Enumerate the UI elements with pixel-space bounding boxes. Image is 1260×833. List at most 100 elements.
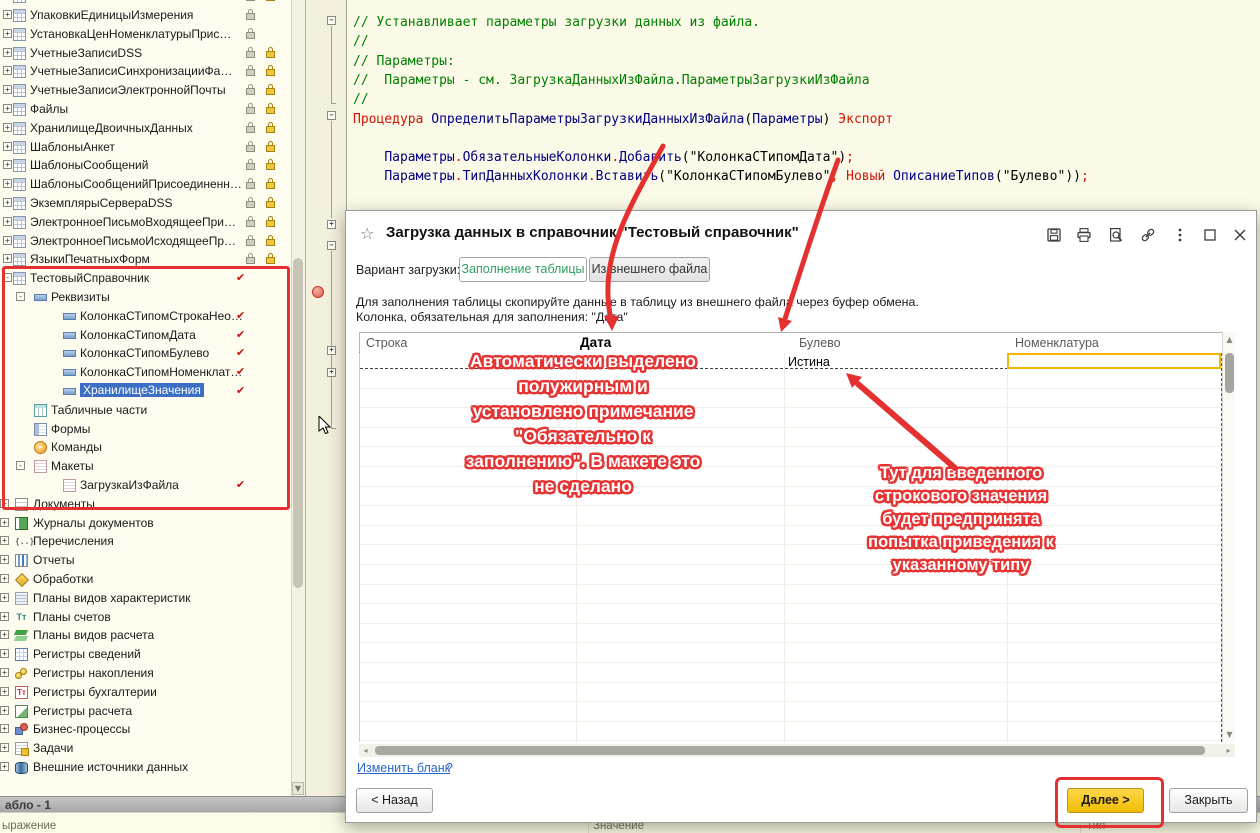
tree-scrollbar-thumb[interactable] <box>293 258 303 588</box>
tree-item-ШаблоныАнкет[interactable]: +ШаблоныАнкет <box>0 138 291 157</box>
expand-icon[interactable]: + <box>0 593 9 602</box>
expand-icon[interactable]: + <box>3 123 12 132</box>
maximize-icon[interactable] <box>1202 227 1218 243</box>
more-menu-icon[interactable] <box>1172 227 1188 243</box>
tree-item-КолонкаСТипомСтрокаНео…[interactable]: КолонкаСТипомСтрокаНео…✔ <box>0 307 291 326</box>
expand-icon[interactable]: + <box>3 29 12 38</box>
tree-item-ШаблоныСообщенийПрисоединенн…[interactable]: +ШаблоныСообщенийПрисоединенн… <box>0 175 291 194</box>
tree-item-УчетныеЗаписиDSS[interactable]: +УчетныеЗаписиDSS <box>0 44 291 63</box>
fold-collapse-icon[interactable]: − <box>327 241 336 250</box>
table-hscrollbar[interactable]: ◂ ▸ <box>359 744 1235 757</box>
tree-item-ТестовыйСправочник[interactable]: -ТестовыйСправочник✔ <box>0 269 291 288</box>
tree-item-Табличные части[interactable]: Табличные части <box>0 401 291 420</box>
expand-icon[interactable]: + <box>3 179 12 188</box>
table-body[interactable]: Истина <box>359 353 1222 742</box>
tree-item-Бизнес-процессы[interactable]: +Бизнес-процессы <box>0 720 291 739</box>
active-cell[interactable] <box>1007 353 1221 369</box>
tree-item-Документы[interactable]: +Документы <box>0 495 291 514</box>
expand-icon[interactable]: + <box>3 85 12 94</box>
scroll-right-icon[interactable]: ▸ <box>1222 744 1235 757</box>
variant-external-file-button[interactable]: Из внешнего файла <box>589 257 710 282</box>
fold-expand-icon[interactable]: + <box>327 368 336 377</box>
help-link[interactable]: ? <box>446 761 453 775</box>
expand-icon[interactable]: + <box>0 724 9 733</box>
tree-item-Регистры накопления[interactable]: +Регистры накопления <box>0 664 291 683</box>
tree-item-Регистры расчета[interactable]: +Регистры расчета <box>0 702 291 721</box>
tree-item-ЗагрузкаИзФайла[interactable]: ЗагрузкаИзФайла✔ <box>0 476 291 495</box>
expand-icon[interactable]: + <box>3 48 12 57</box>
expand-icon[interactable]: + <box>0 536 9 545</box>
tree-item-Формы[interactable]: Формы <box>0 420 291 439</box>
tree-item-УпаковкиЕдиницыИзмерения[interactable]: +УпаковкиЕдиницыИзмерения <box>0 6 291 25</box>
tree-item-КолонкаСТипомДата[interactable]: КолонкаСТипомДата✔ <box>0 326 291 345</box>
expand-icon[interactable]: + <box>0 574 9 583</box>
expand-icon[interactable]: + <box>3 160 12 169</box>
collapse-icon[interactable]: - <box>3 273 12 282</box>
expand-icon[interactable]: + <box>3 142 12 151</box>
expand-icon[interactable]: + <box>0 612 9 621</box>
fold-expand-icon[interactable]: + <box>327 220 336 229</box>
close-button[interactable]: Закрыть <box>1169 788 1248 813</box>
tree-item-ХранилищеДвоичныхДанных[interactable]: +ХранилищеДвоичныхДанных <box>0 119 291 138</box>
preview-icon[interactable] <box>1108 227 1124 243</box>
fold-collapse-icon[interactable]: − <box>327 16 336 25</box>
edit-template-link[interactable]: Изменить бланк <box>357 761 450 775</box>
tree-item-Планы видов характеристик[interactable]: +Планы видов характеристик <box>0 589 291 608</box>
tree-item-ЯзыкиПечатныхФорм[interactable]: +ЯзыкиПечатныхФорм <box>0 250 291 269</box>
data-table[interactable]: СтрокаДатаБулевоНоменклатура Истина ▲ ▼ <box>359 332 1235 742</box>
tree-item-Файлы[interactable]: +Файлы <box>0 100 291 119</box>
favorite-star-icon[interactable]: ☆ <box>360 224 374 243</box>
expand-icon[interactable]: + <box>3 10 12 19</box>
tree-item-Регистры бухгалтерии[interactable]: +ТтРегистры бухгалтерии <box>0 683 291 702</box>
tree-item-ЭкземплярыСервераDSS[interactable]: +ЭкземплярыСервераDSS <box>0 194 291 213</box>
tree-item-Журналы документов[interactable]: +Журналы документов <box>0 514 291 533</box>
next-button[interactable]: Далее > <box>1067 788 1144 813</box>
tree-item-Планы счетов[interactable]: +ТтПланы счетов <box>0 608 291 627</box>
breakpoint-icon[interactable] <box>312 286 324 298</box>
scroll-left-icon[interactable]: ◂ <box>359 744 372 757</box>
expand-icon[interactable]: + <box>0 687 9 696</box>
tree-item-КолонкаСТипомНоменклат…[interactable]: КолонкаСТипомНоменклат…✔ <box>0 363 291 382</box>
tree-item-УчетныеЗаписиСинхронизацииФа…[interactable]: +УчетныеЗаписиСинхронизацииФа… <box>0 62 291 81</box>
vscrollbar-thumb[interactable] <box>1225 353 1234 393</box>
scroll-down-icon[interactable]: ▼ <box>1223 728 1236 741</box>
cell-bulevo-value[interactable]: Истина <box>788 355 830 369</box>
tree-item-Внешние источники данных[interactable]: +Внешние источники данных <box>0 758 291 777</box>
collapse-icon[interactable]: - <box>16 461 25 470</box>
expand-icon[interactable]: + <box>3 104 12 113</box>
save-icon[interactable] <box>1046 227 1062 243</box>
collapse-icon[interactable]: - <box>16 292 25 301</box>
expand-icon[interactable]: + <box>0 762 9 771</box>
tree-scrollbar[interactable]: ▼ <box>291 0 305 796</box>
column-header-Номенклатура[interactable]: Номенклатура <box>1007 333 1223 354</box>
link-icon[interactable] <box>1140 227 1156 243</box>
hscrollbar-thumb[interactable] <box>375 746 1205 755</box>
column-header-Дата[interactable]: Дата <box>576 333 784 354</box>
metadata-tree[interactable]: +УпаковкиЕдиницыИзмерения+УстановкаЦенНо… <box>0 0 291 796</box>
expand-icon[interactable]: + <box>0 668 9 677</box>
tree-item-УчетныеЗаписиЭлектроннойПочты[interactable]: +УчетныеЗаписиЭлектроннойПочты <box>0 81 291 100</box>
print-icon[interactable] <box>1076 227 1092 243</box>
tree-item-Обработки[interactable]: +Обработки <box>0 570 291 589</box>
expand-icon[interactable]: + <box>3 236 12 245</box>
expand-icon[interactable]: + <box>3 217 12 226</box>
expand-icon[interactable]: + <box>3 254 12 263</box>
tree-item-КолонкаСТипомБулево[interactable]: КолонкаСТипомБулево✔ <box>0 344 291 363</box>
column-header-Булево[interactable]: Булево <box>784 333 1007 354</box>
fold-collapse-icon[interactable]: − <box>327 111 336 120</box>
tree-item-Макеты[interactable]: -Макеты <box>0 457 291 476</box>
expand-icon[interactable]: + <box>3 66 12 75</box>
fold-expand-icon[interactable]: + <box>327 346 336 355</box>
expand-icon[interactable]: + <box>0 743 9 752</box>
tree-item-ШаблоныСообщений[interactable]: +ШаблоныСообщений <box>0 156 291 175</box>
tree-item-Планы видов расчета[interactable]: +Планы видов расчета <box>0 626 291 645</box>
close-icon[interactable] <box>1232 227 1248 243</box>
tree-item-Регистры сведений[interactable]: +Регистры сведений <box>0 645 291 664</box>
tree-scrollbar-down-icon[interactable]: ▼ <box>292 782 304 795</box>
expand-icon[interactable]: + <box>0 706 9 715</box>
tree-item-Отчеты[interactable]: +Отчеты <box>0 551 291 570</box>
scroll-up-icon[interactable]: ▲ <box>1223 333 1236 346</box>
column-header-Строка[interactable]: Строка <box>360 333 576 354</box>
expand-icon[interactable]: + <box>0 649 9 658</box>
expand-icon[interactable]: + <box>0 630 9 639</box>
